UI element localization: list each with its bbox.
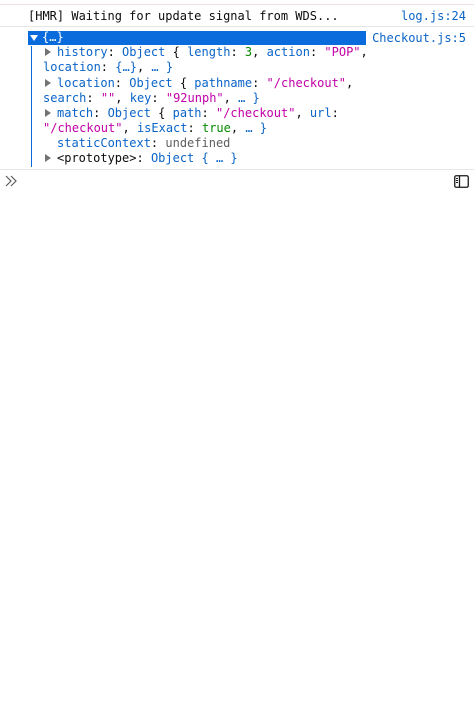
property-key: pathname bbox=[194, 76, 253, 90]
object-header-label: {…} bbox=[42, 30, 64, 44]
string-value: "POP" bbox=[324, 45, 361, 59]
location-line-2: search: "", key: "92unph", … } bbox=[43, 91, 260, 105]
location-line-1[interactable]: location: Object { pathname: "/checkout"… bbox=[57, 76, 353, 90]
property-key: match bbox=[57, 106, 94, 120]
string-value: "" bbox=[100, 91, 116, 105]
string-value: "/checkout" bbox=[43, 121, 123, 135]
console-message-row: [HMR] Waiting for update signal from WDS… bbox=[0, 9, 474, 25]
object-type: Object bbox=[122, 45, 166, 59]
prototype-line[interactable]: <prototype>: Object { … } bbox=[57, 151, 238, 165]
match-line-1[interactable]: match: Object { path: "/checkout", url: bbox=[57, 106, 339, 120]
property-key: action bbox=[266, 45, 310, 59]
expanded-twisty-icon[interactable] bbox=[30, 35, 38, 41]
object-type: Object bbox=[150, 151, 195, 165]
object-type: Object bbox=[107, 106, 151, 120]
chevron-double-right-icon[interactable] bbox=[5, 174, 19, 188]
boolean-value: true bbox=[201, 121, 231, 135]
console-message-text: [HMR] Waiting for update signal from WDS… bbox=[28, 9, 339, 23]
string-value: "/checkout" bbox=[215, 106, 296, 120]
object-header-selected[interactable]: {…} bbox=[28, 30, 366, 45]
preview-value: {…} bbox=[115, 60, 137, 74]
string-value: "92unph" bbox=[165, 91, 224, 105]
top-divider bbox=[0, 0, 474, 5]
preview-tail: … } bbox=[238, 91, 260, 105]
property-key: history bbox=[57, 45, 108, 59]
input-separator bbox=[0, 169, 474, 170]
collapsed-twisty-icon[interactable] bbox=[45, 154, 51, 162]
property-key: key bbox=[129, 91, 152, 105]
string-value: "/checkout" bbox=[266, 76, 347, 90]
tree-guide-line bbox=[31, 46, 32, 167]
history-line-2: location: {…}, … } bbox=[43, 60, 174, 74]
source-link-log[interactable]: log.js:24 bbox=[401, 9, 466, 23]
collapsed-twisty-icon[interactable] bbox=[45, 48, 51, 56]
property-key: location bbox=[57, 76, 115, 90]
property-key: search bbox=[43, 91, 87, 105]
undefined-value: undefined bbox=[165, 136, 231, 150]
property-key: isExact bbox=[136, 121, 188, 135]
property-key: path bbox=[172, 106, 202, 120]
static-context-line: staticContext: undefined bbox=[57, 136, 231, 150]
match-line-2: "/checkout", isExact: true, … } bbox=[43, 121, 268, 135]
property-key: url bbox=[309, 106, 332, 120]
property-key: location bbox=[43, 60, 101, 74]
message-separator bbox=[0, 26, 474, 27]
preview-tail: { … } bbox=[201, 151, 238, 165]
collapsed-twisty-icon[interactable] bbox=[45, 79, 51, 87]
sidebar-toggle-icon[interactable] bbox=[454, 175, 469, 188]
source-link-checkout[interactable]: Checkout.js:5 bbox=[372, 31, 466, 45]
property-key: staticContext bbox=[57, 136, 151, 150]
preview-tail: … } bbox=[245, 121, 268, 135]
history-line-1[interactable]: history: Object { length: 3, action: "PO… bbox=[57, 45, 368, 59]
collapsed-twisty-icon[interactable] bbox=[45, 109, 51, 117]
property-key: length bbox=[187, 45, 231, 59]
property-key: <prototype> bbox=[57, 151, 137, 165]
object-type: Object bbox=[129, 76, 173, 90]
preview-tail: … } bbox=[151, 60, 174, 74]
